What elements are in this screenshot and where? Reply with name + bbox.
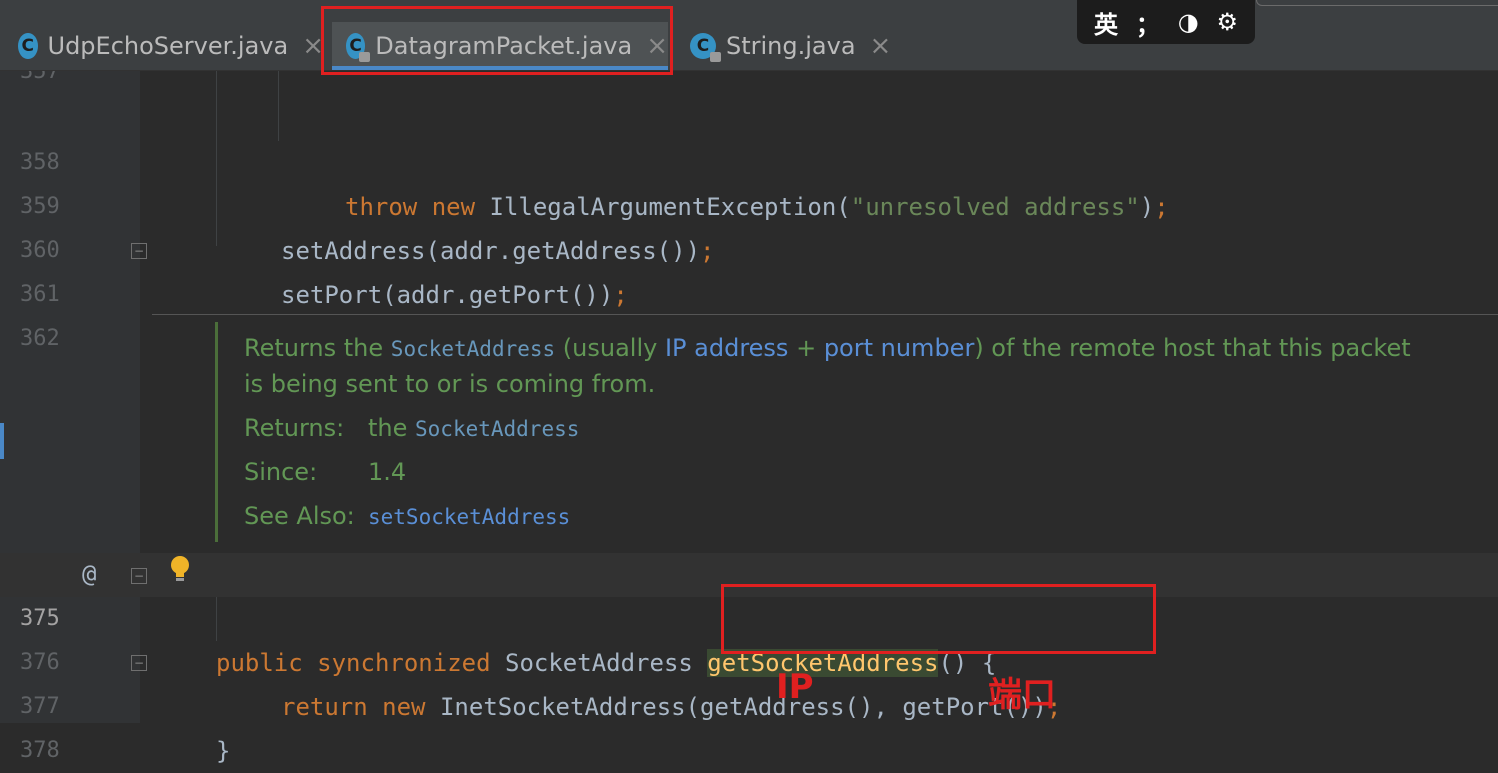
tab-label: String.java <box>726 32 856 60</box>
line-number: 362 <box>20 326 60 351</box>
gutter-marker <box>0 423 4 459</box>
tab-udpechoserver[interactable]: C UdpEchoServer.java × <box>18 22 324 70</box>
class-locked-icon: C <box>690 33 721 62</box>
fold-icon[interactable]: − <box>131 243 147 259</box>
tab-string[interactable]: C String.java × <box>676 22 894 70</box>
see-also-link[interactable]: setSocketAddress <box>368 505 570 529</box>
annotation-ip: IP <box>776 667 814 707</box>
code-line: 378 <box>0 685 1498 763</box>
code-text: } <box>216 737 231 765</box>
ime-toolbar[interactable]: 英 ； ◑ ⚙ <box>1077 0 1255 44</box>
javadoc-summary-line2: is being sent to or is coming from. <box>244 370 656 398</box>
override-marker-icon[interactable]: @ <box>82 560 96 588</box>
highlight-box-tab <box>321 6 673 75</box>
javadoc-see-also: See Also: setSocketAddress <box>244 502 571 530</box>
ime-language-toggle[interactable]: 英 <box>1094 5 1118 40</box>
line-number: 378 <box>20 738 60 763</box>
fold-icon[interactable]: − <box>131 655 147 671</box>
fold-icon[interactable]: − <box>131 568 147 584</box>
tab-label: UdpEchoServer.java <box>47 32 289 60</box>
code-line: 361 } <box>0 229 1498 353</box>
lightbulb-icon[interactable] <box>170 555 190 583</box>
close-icon[interactable]: × <box>870 31 892 61</box>
code-line: 362 <box>0 273 1498 351</box>
gear-icon[interactable]: ⚙ <box>1217 8 1239 36</box>
highlight-box-args <box>721 584 1156 654</box>
annotation-port: 端口 <box>988 675 1056 715</box>
class-icon: C <box>18 33 38 59</box>
code-line: 360 setPort(addr.getPort()); <box>0 185 1498 309</box>
javadoc-summary-line1: Returns the SocketAddress (usually IP ad… <box>244 334 1411 362</box>
code-line: 358 throw new IllegalArgumentException("… <box>0 97 1498 221</box>
javadoc-since: Since: 1.4 <box>244 458 407 486</box>
javadoc-returns: Returns: the SocketAddress <box>244 414 580 442</box>
ime-punctuation-toggle[interactable]: ； <box>1136 5 1160 40</box>
moon-icon[interactable]: ◑ <box>1178 8 1199 36</box>
code-line: 359 setAddress(addr.getAddress()); <box>0 141 1498 265</box>
javadoc-border <box>215 322 218 542</box>
search-field[interactable] <box>1256 0 1498 6</box>
editor-tab-bar: C UdpEchoServer.java × C DatagramPacket.… <box>0 0 1498 71</box>
